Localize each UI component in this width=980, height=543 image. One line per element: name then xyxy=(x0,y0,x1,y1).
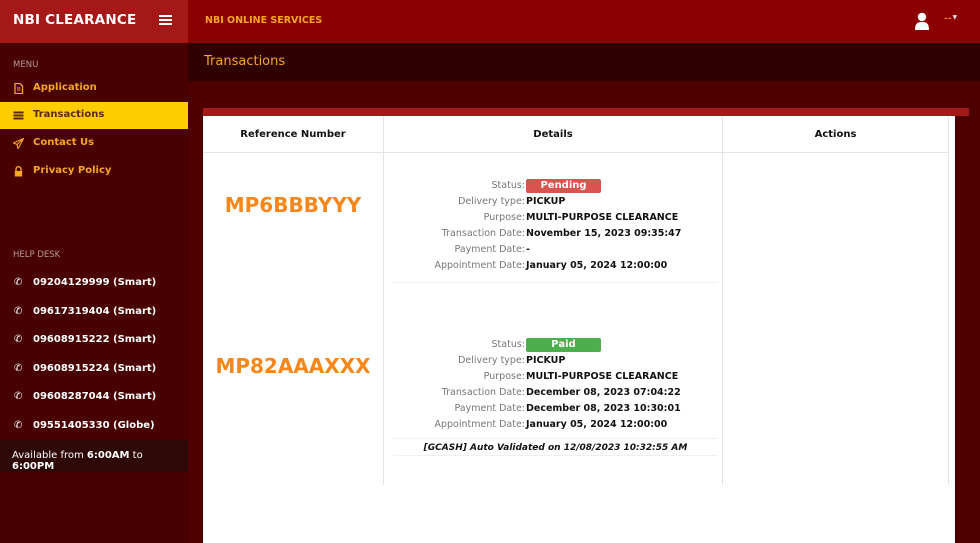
header-details: Details xyxy=(384,116,723,153)
detail-value: January 05, 2024 12:00:00 xyxy=(526,419,668,430)
payment-validation-note: [GCASH] Auto Validated on 12/08/2023 10:… xyxy=(393,438,718,456)
detail-value: - xyxy=(526,244,530,255)
brand-area: NBI CLEARANCE xyxy=(0,0,188,43)
header-reference-number: Reference Number xyxy=(203,116,384,153)
detail-value: December 08, 2023 07:04:22 xyxy=(526,387,681,398)
sidebar-item-label: Application xyxy=(33,82,97,93)
phone-icon: ✆ xyxy=(14,363,23,374)
helpdesk-phone: ✆ 09617319404 (Smart) xyxy=(0,302,188,324)
phone-icon: ✆ xyxy=(14,306,23,317)
caret-down-icon: ▼ xyxy=(952,14,958,21)
detail-appointment-date: Appointment Date: January 05, 2024 12:00:… xyxy=(388,417,721,433)
detail-value: December 08, 2023 10:30:01 xyxy=(526,403,681,414)
detail-delivery: Delivery type: PICKUP xyxy=(388,194,721,210)
list-icon xyxy=(13,111,24,120)
helpdesk-heading: HELP DESK xyxy=(13,250,61,260)
detail-label: Payment Date: xyxy=(454,403,525,414)
top-title: NBI ONLINE SERVICES xyxy=(205,15,323,26)
phone-icon: ✆ xyxy=(14,277,23,288)
phone-number: 09551405330 (Globe) xyxy=(33,420,155,431)
phone-icon: ✆ xyxy=(14,420,23,431)
status-badge: Paid xyxy=(526,338,601,352)
detail-transaction-date: Transaction Date: November 15, 2023 09:35… xyxy=(388,226,721,242)
document-icon xyxy=(14,83,24,94)
reference-number[interactable]: MP82AAAXXX xyxy=(203,354,383,378)
detail-label: Appointment Date: xyxy=(434,419,525,430)
user-name: -- xyxy=(944,14,952,24)
availability-mid: to xyxy=(129,450,143,461)
detail-payment-date: Payment Date: - xyxy=(388,242,721,258)
header-actions: Actions xyxy=(723,116,949,153)
helpdesk-phone: ✆ 09608915224 (Smart) xyxy=(0,359,188,381)
availability-end: 6:00PM xyxy=(12,461,55,472)
detail-value: MULTI-PURPOSE CLEARANCE xyxy=(526,371,679,382)
main-content: Reference Number Details Actions MP6BBBY… xyxy=(188,81,980,543)
detail-value: MULTI-PURPOSE CLEARANCE xyxy=(526,212,679,223)
detail-label: Status: xyxy=(491,180,525,191)
phone-number: 09608915224 (Smart) xyxy=(33,363,157,374)
detail-label: Transaction Date: xyxy=(441,387,525,398)
detail-label: Appointment Date: xyxy=(434,260,525,271)
phone-number: 09617319404 (Smart) xyxy=(33,306,157,317)
phone-icon: ✆ xyxy=(14,391,23,402)
sidebar-item-transactions[interactable]: Transactions xyxy=(0,102,188,129)
sidebar-item-label: Contact Us xyxy=(33,137,95,148)
detail-transaction-date: Transaction Date: December 08, 2023 07:04… xyxy=(388,385,721,401)
availability-start: 6:00AM xyxy=(86,450,130,461)
lock-icon xyxy=(14,166,23,177)
detail-status: Status: Paid xyxy=(388,337,721,353)
reference-number[interactable]: MP6BBBYYY xyxy=(203,193,383,217)
column-divider xyxy=(383,153,384,485)
status-badge: Pending xyxy=(526,179,601,193)
page-title: Transactions xyxy=(204,54,286,69)
paper-plane-icon xyxy=(13,138,24,149)
sidebar: MENU Application Transactions Contact Us… xyxy=(0,43,188,543)
sidebar-item-privacy-policy[interactable]: Privacy Policy xyxy=(0,158,188,185)
helpdesk-phone: ✆ 09608915222 (Smart) xyxy=(0,330,188,352)
detail-value: PICKUP xyxy=(526,355,566,366)
detail-label: Transaction Date: xyxy=(441,228,525,239)
detail-label: Purpose: xyxy=(483,371,525,382)
menu-toggle-icon[interactable] xyxy=(159,15,172,26)
helpdesk-phone: ✆ 09551405330 (Globe) xyxy=(0,416,188,438)
column-divider xyxy=(722,153,723,485)
detail-delivery: Delivery type: PICKUP xyxy=(388,353,721,369)
availability-prefix: Available from xyxy=(12,450,87,461)
detail-payment-date: Payment Date: December 08, 2023 10:30:01 xyxy=(388,401,721,417)
user-menu-dropdown[interactable]: --▼ xyxy=(944,14,957,24)
phone-number: 09608287044 (Smart) xyxy=(33,391,157,402)
user-avatar-icon[interactable] xyxy=(914,12,930,31)
detail-label: Delivery type: xyxy=(458,355,525,366)
top-navbar: NBI CLEARANCE NBI ONLINE SERVICES --▼ xyxy=(0,0,980,43)
column-divider xyxy=(948,153,949,485)
availability-note: Available from 6:00AM to 6:00PM xyxy=(0,440,188,472)
page-header: Transactions xyxy=(188,43,980,81)
detail-label: Delivery type: xyxy=(458,196,525,207)
detail-purpose: Purpose: MULTI-PURPOSE CLEARANCE xyxy=(388,210,721,226)
detail-value: PICKUP xyxy=(526,196,566,207)
menu-heading: MENU xyxy=(13,60,39,70)
sidebar-item-contact-us[interactable]: Contact Us xyxy=(0,130,188,157)
detail-label: Purpose: xyxy=(483,212,525,223)
detail-label: Status: xyxy=(491,339,525,350)
helpdesk-phone: ✆ 09608287044 (Smart) xyxy=(0,387,188,409)
detail-status: Status: Pending xyxy=(388,178,721,194)
brand-title: NBI CLEARANCE xyxy=(13,12,137,28)
phone-number: 09608915222 (Smart) xyxy=(33,334,157,345)
detail-value: November 15, 2023 09:35:47 xyxy=(526,228,682,239)
detail-purpose: Purpose: MULTI-PURPOSE CLEARANCE xyxy=(388,369,721,385)
phone-number: 09204129999 (Smart) xyxy=(33,277,157,288)
helpdesk-phone: ✆ 09204129999 (Smart) xyxy=(0,273,188,295)
panel-top-bar xyxy=(203,108,969,116)
sidebar-item-label: Privacy Policy xyxy=(33,165,112,176)
detail-appointment-date: Appointment Date: January 05, 2024 12:00:… xyxy=(388,258,721,274)
sidebar-item-application[interactable]: Application xyxy=(0,75,188,102)
transactions-table: Reference Number Details Actions MP6BBBY… xyxy=(203,116,955,543)
detail-value: January 05, 2024 12:00:00 xyxy=(526,260,668,271)
phone-icon: ✆ xyxy=(14,334,23,345)
row-separator xyxy=(393,282,718,283)
sidebar-item-label: Transactions xyxy=(33,109,105,120)
detail-label: Payment Date: xyxy=(454,244,525,255)
